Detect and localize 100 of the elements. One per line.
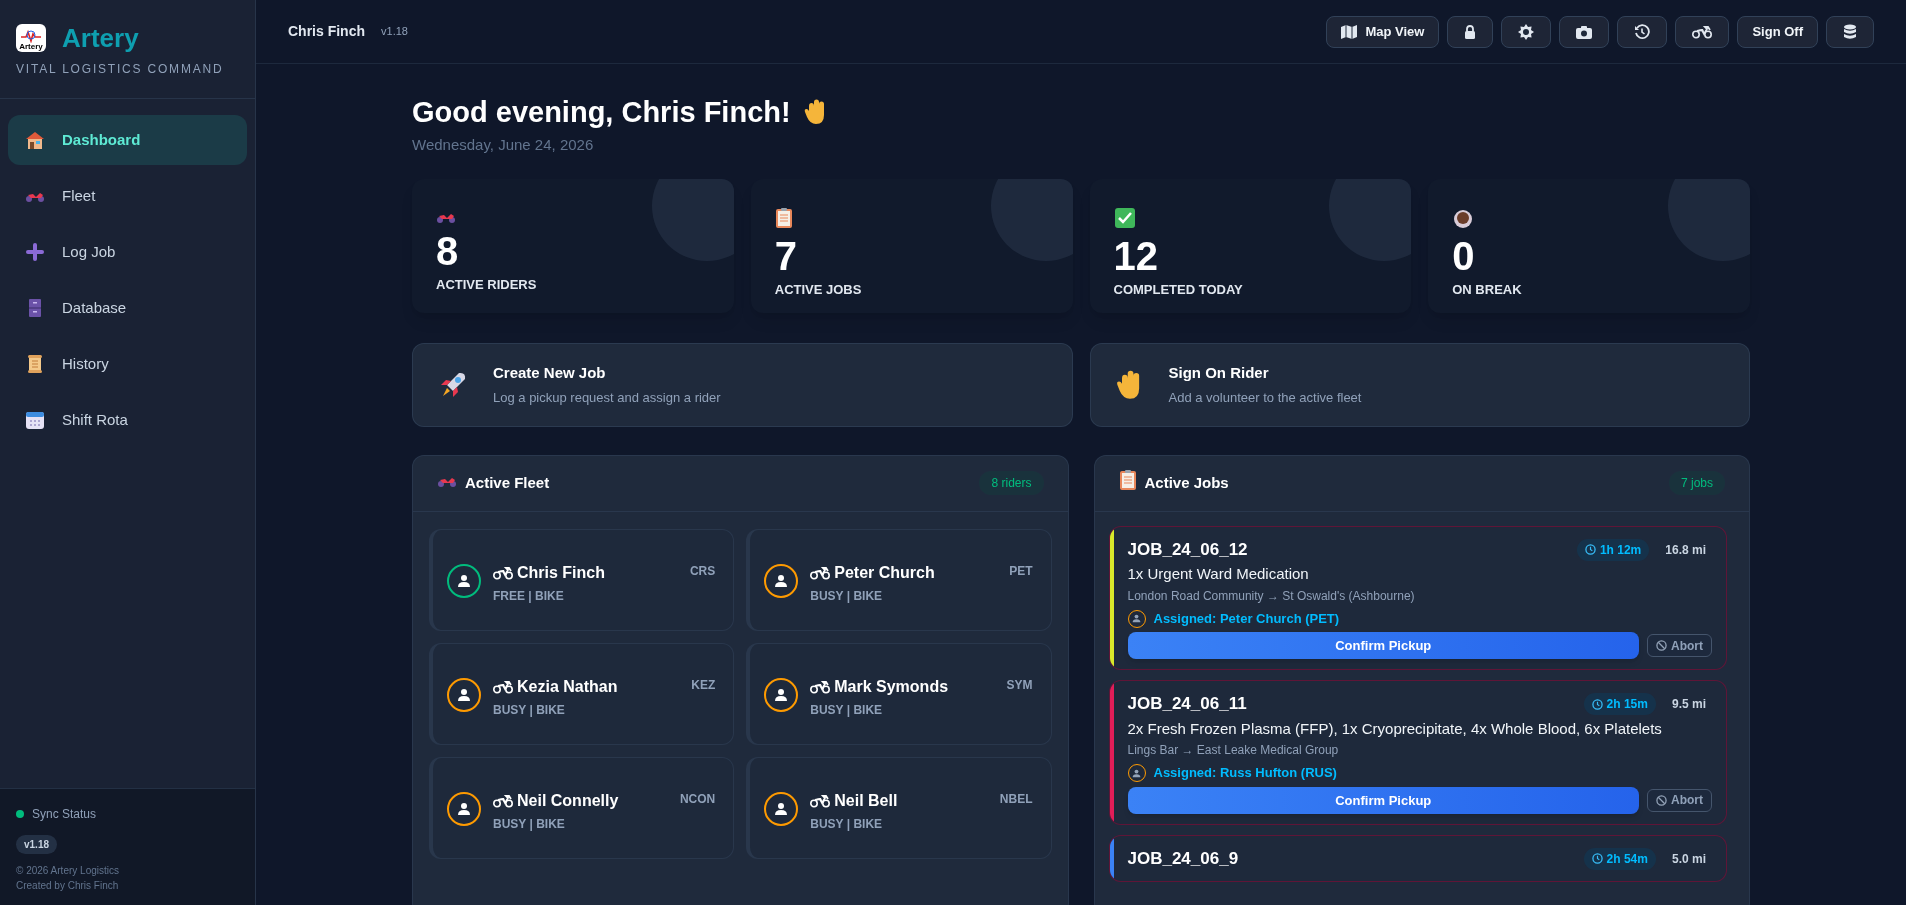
- clock-icon: [1591, 853, 1603, 864]
- copyright-text: © 2026 Artery Logistics: [16, 864, 120, 878]
- nav-item[interactable]: Shift Rota: [8, 395, 247, 445]
- confirm-pickup-button[interactable]: Confirm Pickup: [1127, 632, 1639, 660]
- assigned-rider: Assigned: Russ Hufton (RUS): [1153, 764, 1337, 783]
- map-view-button[interactable]: Map View: [1326, 15, 1440, 48]
- greeting-title: Good evening, Chris Finch!: [412, 95, 791, 130]
- rider-status: FREE | BIKE: [493, 587, 565, 605]
- distance-label: 9.5 mi: [1671, 696, 1706, 713]
- clock-icon: [1584, 544, 1596, 555]
- rider-card[interactable]: Kezia Nathan BUSY | BIKE KEZ: [429, 642, 735, 745]
- job-route: Lings Bar → East Leake Medical Group: [1127, 742, 1340, 760]
- clipboard-icon: [1118, 468, 1137, 491]
- rider-button[interactable]: [1675, 15, 1730, 48]
- logo-text: Artery: [19, 43, 43, 51]
- clock-icon: [1591, 698, 1603, 710]
- rider-status: BUSY | BIKE: [810, 815, 884, 833]
- panel-title: Active Fleet: [465, 473, 550, 493]
- assigned-rider: Assigned: Peter Church (PET): [1153, 609, 1340, 628]
- job-id: JOB_24_06_9: [1127, 847, 1239, 870]
- heartbeat-logo-icon: [20, 29, 42, 43]
- plus-icon: [24, 242, 46, 262]
- rider-card[interactable]: Neil Connelly BUSY | BIKE NCON: [429, 756, 735, 859]
- rider-card[interactable]: Peter Church BUSY | BIKE PET: [746, 528, 1052, 631]
- panel-title: Active Jobs: [1144, 473, 1229, 493]
- date-text: Wednesday, June 24, 2026: [412, 135, 595, 156]
- motorcycle-icon: [493, 565, 513, 580]
- camera-button[interactable]: [1559, 15, 1610, 48]
- stat-value: 7: [774, 237, 798, 274]
- job-items: 2x Fresh Frozen Plasma (FFP), 1x Cryoprecipitate, 4x Whole Blood, 6x Platelets: [1127, 718, 1663, 739]
- rider-status: BUSY | BIKE: [810, 701, 884, 719]
- prohibited-icon: [1656, 640, 1667, 652]
- action-title: Create New Job: [493, 363, 607, 384]
- sign-off-button[interactable]: Sign Off: [1737, 15, 1818, 48]
- rider-card[interactable]: Mark Symonds BUSY | BIKE SYM: [746, 642, 1052, 745]
- rider-name: Neil Connelly: [517, 790, 619, 811]
- elapsed-time-badge: 2h 54m: [1583, 847, 1656, 870]
- map-icon: [1341, 24, 1358, 39]
- prohibited-icon: [1656, 794, 1667, 806]
- stat-label: ACTIVE RIDERS: [436, 275, 538, 294]
- motorcycle-icon: [493, 679, 513, 694]
- calendar-icon: [24, 410, 46, 430]
- rider-code: SYM: [1006, 676, 1033, 694]
- rider-name: Kezia Nathan: [517, 676, 618, 697]
- motorcycle-icon: [810, 679, 831, 694]
- rider-count-badge: 8 riders: [979, 471, 1044, 496]
- version-label: v1.18: [381, 24, 408, 40]
- rider-name: Peter Church: [834, 562, 935, 583]
- checkmark-icon: [1113, 206, 1136, 229]
- stat-label: ACTIVE JOBS: [774, 280, 863, 299]
- version-badge: v1.18: [16, 835, 58, 854]
- confirm-pickup-button[interactable]: Confirm Pickup: [1127, 786, 1639, 814]
- sun-icon: [1518, 23, 1535, 40]
- rider-status: BUSY | BIKE: [810, 587, 884, 605]
- lock-button[interactable]: [1447, 15, 1494, 48]
- job-count-badge: 7 jobs: [1668, 471, 1725, 496]
- stat-value: 0: [1452, 237, 1476, 274]
- action-card[interactable]: Sign On Rider Add a volunteer to the active fleet: [1089, 342, 1750, 427]
- job-id: JOB_24_06_11: [1127, 693, 1247, 716]
- database-icon: [1843, 23, 1857, 40]
- rider-card[interactable]: Neil Bell BUSY | BIKE NBEL: [746, 756, 1052, 859]
- nav-item[interactable]: Log Job: [8, 227, 247, 277]
- motorcycle-icon: [1692, 24, 1713, 39]
- action-card[interactable]: Create New Job Log a pickup request and assign a rider: [412, 342, 1073, 427]
- action-title: Sign On Rider: [1168, 363, 1270, 384]
- history-icon: [1634, 23, 1651, 40]
- sync-status-label: Sync Status: [32, 806, 97, 823]
- camera-icon: [1576, 24, 1593, 39]
- rider-code: PET: [1009, 562, 1033, 580]
- history-button[interactable]: [1617, 15, 1668, 48]
- house-icon: [24, 130, 46, 150]
- rider-status: BUSY | BIKE: [493, 815, 566, 833]
- rider-code: CRS: [689, 562, 716, 580]
- lock-icon: [1464, 24, 1477, 39]
- theme-button[interactable]: [1501, 15, 1552, 48]
- job-items: 1x Urgent Ward Medication: [1127, 564, 1310, 585]
- motorcycle-icon: [810, 565, 831, 580]
- rider-name: Neil Bell: [834, 790, 898, 811]
- database-button[interactable]: [1826, 15, 1874, 48]
- job-route: London Road Community → St Oswald's (Ashbourne): [1127, 587, 1416, 605]
- rider-card[interactable]: Chris Finch FREE | BIKE CRS: [429, 528, 735, 631]
- nav-item[interactable]: Database: [8, 283, 247, 333]
- stat-value: 12: [1113, 237, 1159, 274]
- abort-button[interactable]: Abort: [1647, 634, 1712, 658]
- brand-name: Artery: [62, 25, 139, 51]
- job-id: JOB_24_06_12: [1127, 538, 1248, 561]
- nav-item[interactable]: Dashboard: [8, 115, 247, 165]
- elapsed-time-badge: 1h 12m: [1576, 538, 1650, 561]
- rider-code: KEZ: [691, 676, 716, 694]
- stat-value: 8: [436, 232, 460, 269]
- credit-text: Created by Chris Finch: [16, 879, 120, 893]
- nav-item[interactable]: History: [8, 339, 247, 389]
- rider-code: NCON: [679, 790, 716, 808]
- action-subtitle: Add a volunteer to the active fleet: [1168, 388, 1362, 407]
- tagline: VITAL LOGISTICS COMMAND: [16, 61, 225, 78]
- abort-button[interactable]: Abort: [1647, 788, 1712, 812]
- rider-name: Chris Finch: [517, 562, 605, 583]
- rider-name: Mark Symonds: [834, 676, 949, 697]
- nav-item[interactable]: Fleet: [8, 171, 247, 221]
- stat-label: ON BREAK: [1452, 280, 1523, 299]
